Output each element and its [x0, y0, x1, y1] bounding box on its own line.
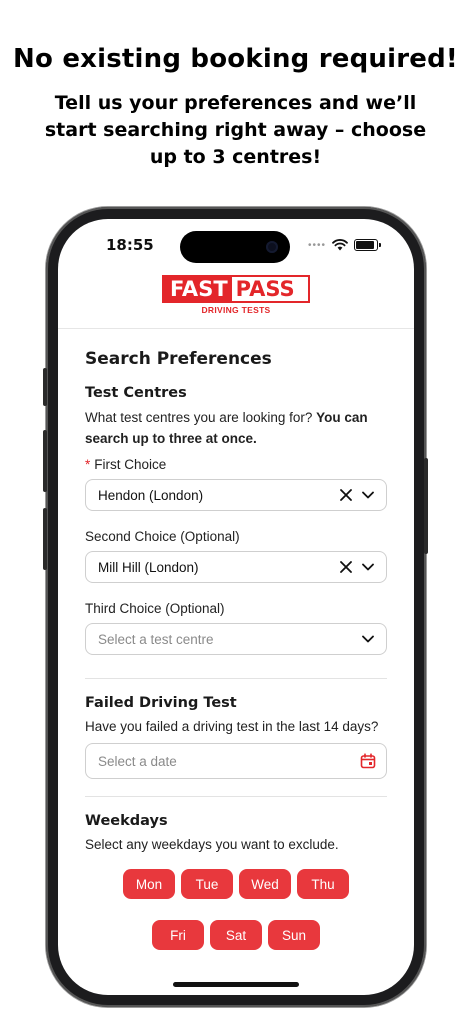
- third-choice-select[interactable]: Select a test centre: [85, 623, 387, 655]
- volume-up-button: [43, 430, 47, 492]
- wifi-icon: [332, 239, 348, 251]
- home-indicator[interactable]: [173, 982, 299, 987]
- status-time: 18:55: [106, 236, 154, 254]
- first-choice-value: Hendon (London): [98, 487, 204, 503]
- failed-test-date-input[interactable]: Select a date: [85, 743, 387, 779]
- chevron-down-icon[interactable]: [360, 559, 376, 575]
- weekday-fri-button[interactable]: Fri: [152, 920, 204, 950]
- clear-icon[interactable]: [338, 559, 354, 575]
- camera-icon: [266, 241, 278, 253]
- third-choice-placeholder: Select a test centre: [98, 631, 214, 647]
- battery-icon: [354, 239, 381, 251]
- second-choice-label: Second Choice (Optional): [85, 529, 240, 544]
- phone-screen: 18:55 •••• FAST PASS DRIVING TESTS Searc…: [58, 219, 414, 995]
- section-divider: [85, 678, 387, 679]
- weekdays-heading: Weekdays: [85, 813, 168, 829]
- weekdays-description: Select any weekdays you want to exclude.: [85, 837, 339, 852]
- search-preferences-form: Search Preferences Test Centres What tes…: [85, 343, 387, 971]
- logo-tagline: DRIVING TESTS: [201, 305, 271, 315]
- first-choice-label: * First Choice: [85, 457, 387, 472]
- second-choice-value: Mill Hill (London): [98, 559, 199, 575]
- weekday-buttons: Mon Tue Wed Thu Fri Sat Sun: [85, 861, 387, 971]
- weekday-sat-button[interactable]: Sat: [210, 920, 262, 950]
- promo-headline: No existing booking required!: [13, 44, 458, 74]
- clear-icon[interactable]: [338, 487, 354, 503]
- second-choice-select[interactable]: Mill Hill (London): [85, 551, 387, 583]
- logo-word-pass: PASS: [235, 277, 295, 301]
- test-centres-description-text: What test centres you are looking for?: [85, 410, 313, 425]
- test-centres-description: What test centres you are looking for? Y…: [85, 407, 387, 449]
- test-centres-heading: Test Centres: [85, 385, 187, 401]
- dynamic-island: [180, 231, 290, 263]
- power-button: [424, 458, 428, 554]
- weekday-sun-button[interactable]: Sun: [268, 920, 320, 950]
- logo-word-fast: FAST: [164, 277, 232, 301]
- section-divider: [85, 796, 387, 797]
- action-button: [43, 368, 47, 406]
- fastpass-logo: FAST PASS DRIVING TESTS: [162, 275, 310, 315]
- chevron-down-icon[interactable]: [360, 631, 376, 647]
- weekday-mon-button[interactable]: Mon: [123, 869, 175, 899]
- volume-down-button: [43, 508, 47, 570]
- weekday-wed-button[interactable]: Wed: [239, 869, 291, 899]
- promo-subline: Tell us your preferences and we’ll start…: [44, 92, 427, 168]
- required-asterisk: *: [85, 457, 91, 472]
- weekday-tue-button[interactable]: Tue: [181, 869, 233, 899]
- date-placeholder: Select a date: [98, 753, 177, 769]
- weekday-thu-button[interactable]: Thu: [297, 869, 349, 899]
- calendar-icon[interactable]: [360, 753, 376, 769]
- chevron-down-icon[interactable]: [360, 487, 376, 503]
- header-divider: [58, 328, 414, 329]
- cellular-signal-icon: ••••: [307, 239, 326, 251]
- first-choice-label-text: First Choice: [94, 457, 167, 472]
- failed-test-question: Have you failed a driving test in the la…: [85, 719, 379, 734]
- first-choice-select[interactable]: Hendon (London): [85, 479, 387, 511]
- status-icons: ••••: [307, 237, 381, 253]
- failed-test-heading: Failed Driving Test: [85, 695, 237, 711]
- third-choice-label: Third Choice (Optional): [85, 601, 225, 616]
- page-title: Search Preferences: [85, 349, 272, 369]
